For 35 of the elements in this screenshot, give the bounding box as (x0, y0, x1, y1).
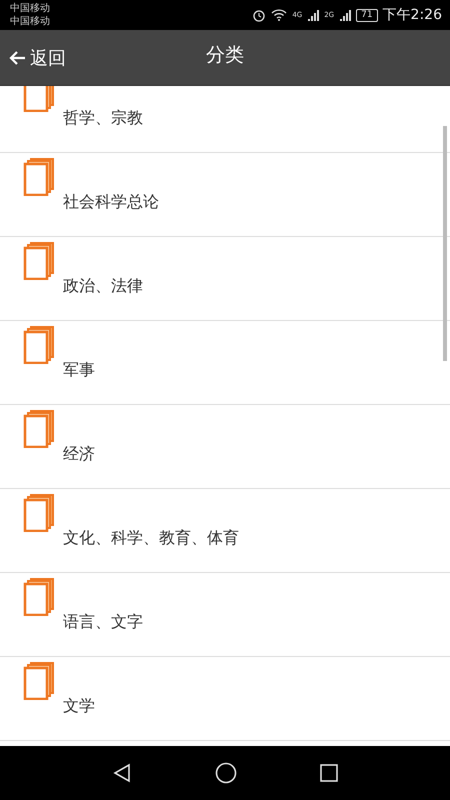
category-label: 政治、法律 (63, 276, 143, 297)
category-item[interactable]: 文化、科学、教育、体育 (0, 489, 450, 573)
signal-icon (307, 9, 320, 21)
recents-icon[interactable] (320, 764, 338, 782)
category-item[interactable]: 语言、文字 (0, 573, 450, 657)
back-button[interactable]: 返回 (0, 46, 66, 70)
category-item[interactable]: 文学 (0, 657, 450, 741)
home-icon[interactable] (214, 762, 237, 784)
category-label: 哲学、宗教 (63, 108, 143, 129)
book-icon (23, 410, 55, 448)
back-icon[interactable] (112, 763, 132, 783)
category-label: 语言、文字 (63, 612, 143, 633)
clock-time: 下午2:26 (382, 6, 442, 24)
category-label: 社会科学总论 (63, 192, 159, 213)
wifi-icon (271, 9, 288, 21)
book-icon (23, 242, 55, 280)
book-icon (23, 158, 55, 196)
category-label: 文化、科学、教育、体育 (63, 528, 239, 549)
battery-level: 71 (356, 8, 378, 22)
book-icon (23, 494, 55, 532)
book-icon (23, 578, 55, 616)
screen-title: 分类 (206, 43, 244, 68)
alarm-icon (252, 8, 266, 22)
category-item[interactable]: 经济 (0, 405, 450, 489)
carrier-name: 中国移动 (10, 2, 50, 15)
category-item[interactable]: 哲学、宗教 (0, 86, 450, 153)
category-label: 经济 (63, 444, 95, 465)
carrier-name: 中国移动 (10, 15, 50, 28)
category-label: 文学 (63, 696, 95, 717)
book-icon (23, 662, 55, 700)
book-icon (23, 326, 55, 364)
category-label: 军事 (63, 360, 95, 381)
back-arrow-icon (8, 50, 26, 66)
signal-icon (339, 9, 352, 21)
category-item[interactable]: 军事 (0, 321, 450, 405)
